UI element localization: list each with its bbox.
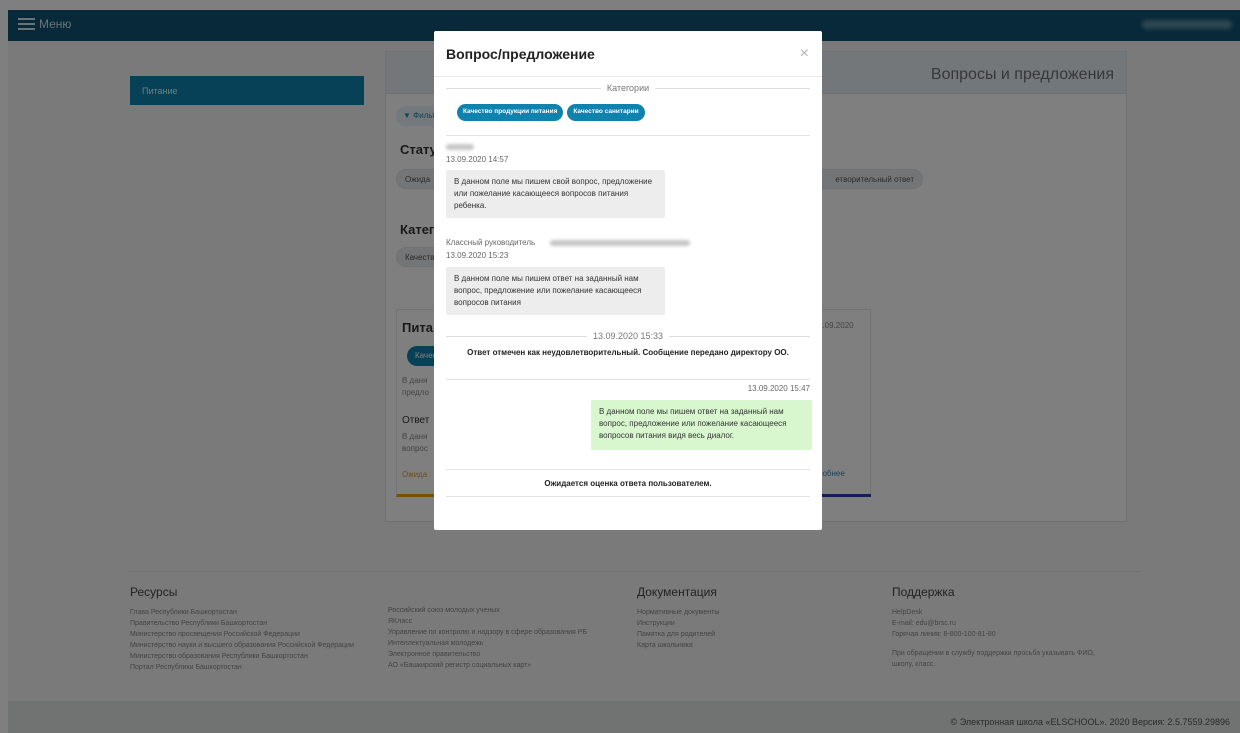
message-time: 13.09.2020 15:47 [747,384,810,393]
message-bubble: В данном поле мы пишем ответ на заданный… [446,267,665,315]
message-author-role: Классный руководитель [446,238,536,247]
event-divider: 13.09.2020 15:33 [446,329,810,343]
event-time: 13.09.2020 15:33 [592,331,664,341]
system-event-text: Ответ отмечен как неудовлетворительный. … [467,348,789,357]
message-time: 13.09.2020 14:57 [446,155,509,164]
close-icon[interactable]: × [800,46,809,62]
author-name-redacted [550,240,690,246]
category-pill[interactable]: Качество продукции питания [457,104,564,121]
categories-label: Категории [606,83,650,93]
awaiting-rating-text: Ожидается оценка ответа пользователем. [544,479,712,488]
own-message-bubble: В данном поле мы пишем ответ на заданный… [591,400,812,450]
categories-divider: Категории [446,81,810,95]
question-modal: Вопрос/предложение × Категории Качество … [434,31,822,530]
category-list: Качество продукции питания Качество сани… [457,104,645,121]
author-name-redacted [446,144,474,150]
category-pill[interactable]: Качество санитарии [567,104,645,121]
modal-title: Вопрос/предложение [446,46,595,62]
message-bubble: В данном поле мы пишем свой вопрос, пред… [446,170,665,218]
message-time: 13.09.2020 15:23 [446,251,509,260]
